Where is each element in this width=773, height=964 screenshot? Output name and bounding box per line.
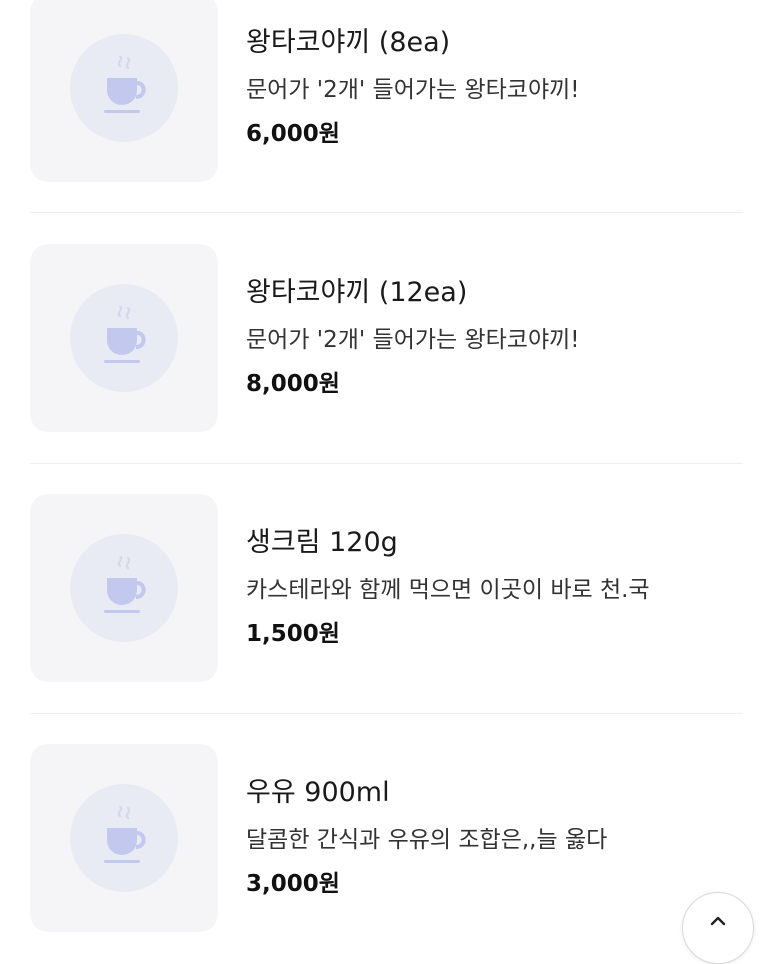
divider	[30, 713, 743, 714]
item-price: 6,000원	[246, 121, 340, 147]
thumbnail-placeholder-circle	[70, 534, 178, 642]
scroll-to-top-button[interactable]	[682, 892, 754, 964]
menu-item[interactable]: 생크림 120g 카스테라와 함께 먹으면 이곳이 바로 천.국 1,500원	[0, 494, 773, 694]
item-description: 카스테라와 함께 먹으면 이곳이 바로 천.국	[246, 577, 650, 603]
coffee-cup-icon	[104, 556, 146, 613]
divider	[30, 212, 743, 213]
item-price: 8,000원	[246, 371, 340, 397]
item-description: 문어가 '2개' 들어가는 왕타코야끼!	[246, 77, 580, 103]
menu-item[interactable]: 왕타코야끼 (12ea) 문어가 '2개' 들어가는 왕타코야끼! 8,000원	[0, 244, 773, 444]
item-price: 1,500원	[246, 621, 340, 647]
item-thumbnail	[30, 244, 218, 432]
coffee-cup-icon	[104, 306, 146, 363]
thumbnail-placeholder-circle	[70, 34, 178, 142]
divider	[30, 463, 743, 464]
chevron-up-icon	[710, 916, 726, 926]
item-name: 우유 900ml	[246, 777, 390, 808]
item-description: 문어가 '2개' 들어가는 왕타코야끼!	[246, 327, 580, 353]
item-description: 달콤한 간식과 우유의 조합은,,늘 옳다	[246, 827, 608, 853]
item-name: 왕타코야끼 (12ea)	[246, 277, 468, 308]
thumbnail-placeholder-circle	[70, 784, 178, 892]
item-thumbnail	[30, 744, 218, 932]
item-name: 왕타코야끼 (8ea)	[246, 27, 451, 58]
item-price: 3,000원	[246, 871, 340, 897]
menu-item[interactable]: 우유 900ml 달콤한 간식과 우유의 조합은,,늘 옳다 3,000원	[0, 744, 773, 944]
menu-item[interactable]: 왕타코야끼 (8ea) 문어가 '2개' 들어가는 왕타코야끼! 6,000원	[0, 0, 773, 200]
coffee-cup-icon	[104, 56, 146, 113]
item-thumbnail	[30, 0, 218, 182]
item-thumbnail	[30, 494, 218, 682]
coffee-cup-icon	[104, 806, 146, 863]
thumbnail-placeholder-circle	[70, 284, 178, 392]
item-name: 생크림 120g	[246, 527, 398, 558]
